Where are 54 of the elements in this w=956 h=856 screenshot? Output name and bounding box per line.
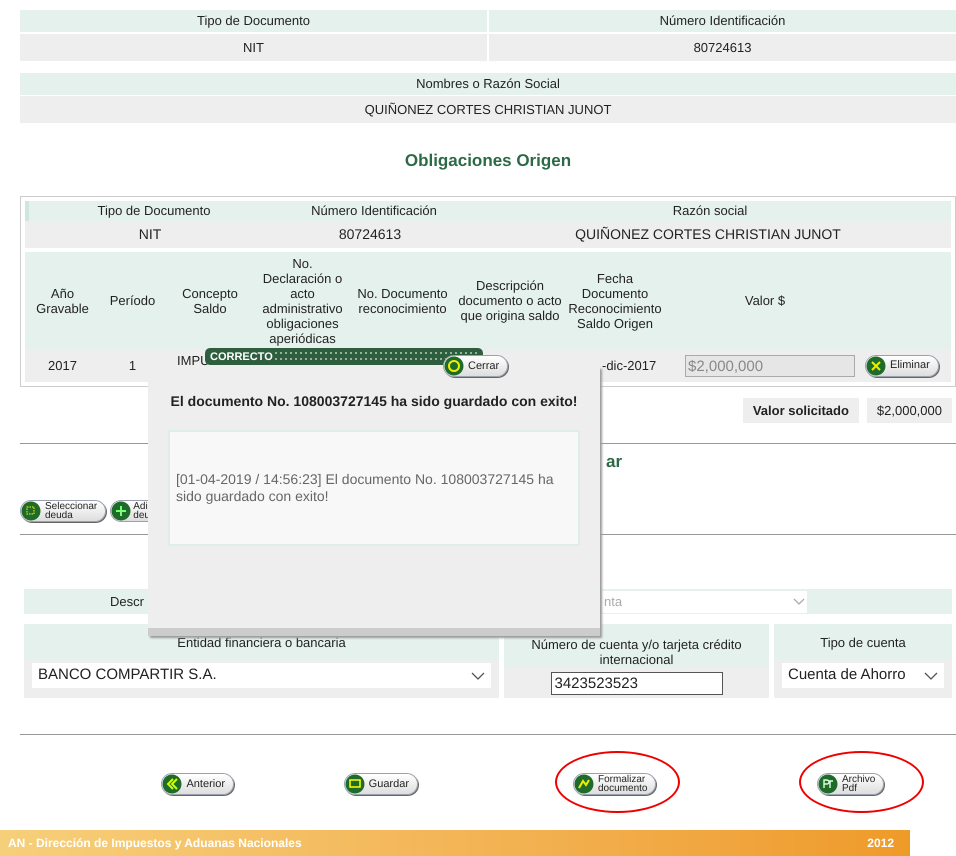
plus-icon — [111, 501, 132, 521]
section-title: Obligaciones Origen — [404, 150, 572, 172]
dialog-message: El documento No. 108003727145 ha sido guardado con exito! — [170, 393, 578, 409]
column-header: Número Identificación — [660, 13, 786, 28]
column-header: No. Declaración o acto administrativo obligaciones aperiódicas — [262, 256, 343, 346]
requested-value: $2,000,000 — [866, 398, 952, 423]
account-type-select[interactable]: Cuenta de Ahorro — [782, 663, 944, 688]
column-header: Número Identificación — [311, 203, 437, 218]
table-cell: 2017 — [48, 358, 77, 373]
chevrons-icon — [162, 774, 182, 794]
table-cell: 1 — [128, 358, 136, 373]
field-value: QUIÑONEZ CORTES CHRISTIAN JUNOT — [575, 226, 841, 242]
delete-button[interactable]: Eliminar — [865, 354, 939, 376]
requested-value-label: Valor solicitado — [742, 398, 859, 423]
column-header: Año Gravable — [36, 286, 89, 316]
field-value: NIT — [243, 40, 264, 54]
footer-year: 2012 — [867, 835, 894, 852]
column-header: Fecha Documento Reconocimiento Saldo Origen — [568, 270, 662, 330]
field-value: NIT — [138, 226, 162, 242]
column-header: Razón social — [672, 203, 748, 218]
column-header: Descripción documento o acto que origina saldo — [458, 278, 562, 323]
section-title: ar — [606, 450, 622, 472]
action-button[interactable]: Formalizar documento — [573, 773, 656, 795]
selection-icon — [21, 501, 41, 521]
column-header: Valor $ — [744, 293, 786, 308]
log-box: [01-04-2019 / 14:56:23] El documento No. 108003727145 ha sido guardado con exito! — [168, 430, 580, 546]
field-label: Número de cuenta y/o tarjeta crédito internacional — [530, 637, 743, 667]
column-header: Nombres o Razón Social — [416, 76, 560, 91]
field-value: 80724613 — [338, 226, 402, 242]
column-header: Concepto Saldo — [182, 286, 238, 316]
monitor-icon — [344, 774, 365, 794]
column-header: Tipo de Documento — [197, 13, 310, 28]
chevron-icon — [471, 672, 485, 680]
action-button[interactable]: Archivo Pdf — [817, 773, 884, 795]
column-header: Tipo de Documento — [98, 203, 210, 218]
table-cell: -dic-2017 — [602, 358, 656, 373]
chevron-icon — [793, 598, 805, 606]
action-button[interactable]: Guardar — [344, 773, 418, 795]
bank-select[interactable]: BANCO COMPARTIR S.A. — [32, 663, 491, 688]
action-button[interactable]: Anterior — [161, 773, 234, 795]
action-button[interactable]: Seleccionar deuda — [20, 500, 106, 522]
field-value: QUIÑONEZ CORTES CHRISTIAN JUNOT — [364, 102, 612, 116]
column-header: Período — [110, 293, 156, 308]
account-field[interactable]: 3423523523 — [550, 672, 722, 695]
close-button[interactable]: Cerrar — [443, 355, 508, 377]
dialog-title: CORRECTO — [210, 351, 273, 363]
chevron-icon — [924, 672, 938, 680]
field-label: Entidad financiera o bancaria — [177, 634, 346, 650]
field-label: Descr — [110, 594, 144, 609]
pdf-icon — [818, 774, 838, 794]
column-header: No. Documento reconocimiento — [357, 286, 448, 316]
field-label: Tipo de cuenta — [820, 634, 906, 650]
field-value: 80724613 — [694, 40, 752, 54]
footer-text: AN - Dirección de Impuestos y Aduanas Nacionales — [8, 835, 302, 852]
